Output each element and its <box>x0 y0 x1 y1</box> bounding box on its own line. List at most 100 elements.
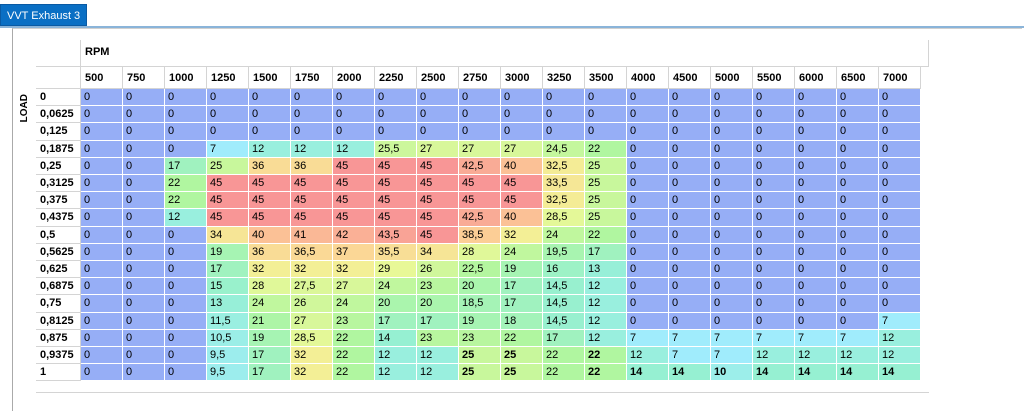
table-cell[interactable]: 45 <box>207 175 249 193</box>
table-cell[interactable]: 0 <box>375 106 417 124</box>
table-cell[interactable]: 0 <box>165 226 207 244</box>
table-cell[interactable]: 0 <box>459 123 501 141</box>
table-cell[interactable]: 0 <box>627 157 669 175</box>
table-cell[interactable]: 26 <box>291 295 333 313</box>
table-cell[interactable]: 20 <box>375 295 417 313</box>
table-cell[interactable]: 0 <box>165 89 207 107</box>
table-cell[interactable]: 7 <box>795 329 837 347</box>
table-cell[interactable]: 0 <box>837 123 879 141</box>
table-cell[interactable]: 0 <box>333 123 375 141</box>
table-cell[interactable]: 45 <box>333 175 375 193</box>
table-cell[interactable]: 22 <box>333 329 375 347</box>
table-cell[interactable]: 0 <box>795 209 837 227</box>
table-cell[interactable]: 0 <box>291 89 333 107</box>
table-cell[interactable]: 0 <box>669 140 711 158</box>
table-cell[interactable]: 0 <box>81 295 123 313</box>
table-cell[interactable]: 0 <box>879 243 921 261</box>
table-cell[interactable]: 0 <box>795 106 837 124</box>
table-cell[interactable]: 12 <box>879 347 921 365</box>
table-cell[interactable]: 7 <box>669 347 711 365</box>
table-cell[interactable]: 0 <box>249 123 291 141</box>
table-cell[interactable]: 35,5 <box>375 243 417 261</box>
table-cell[interactable]: 45 <box>207 209 249 227</box>
table-cell[interactable]: 19 <box>207 243 249 261</box>
table-cell[interactable]: 0 <box>837 175 879 193</box>
table-cell[interactable]: 0 <box>123 278 165 296</box>
table-cell[interactable]: 0 <box>81 157 123 175</box>
table-cell[interactable]: 12 <box>417 364 459 382</box>
table-cell[interactable]: 0 <box>837 261 879 279</box>
table-cell[interactable]: 0 <box>81 140 123 158</box>
table-cell[interactable]: 7 <box>753 329 795 347</box>
table-cell[interactable]: 0 <box>753 89 795 107</box>
table-cell[interactable]: 23 <box>417 278 459 296</box>
table-cell[interactable]: 42,5 <box>459 209 501 227</box>
table-cell[interactable]: 7 <box>627 329 669 347</box>
table-cell[interactable]: 0 <box>375 123 417 141</box>
table-cell[interactable]: 0 <box>753 106 795 124</box>
table-cell[interactable]: 33,5 <box>543 175 585 193</box>
table-cell[interactable]: 16 <box>543 261 585 279</box>
table-cell[interactable]: 32 <box>501 226 543 244</box>
table-cell[interactable]: 0 <box>165 106 207 124</box>
table-cell[interactable]: 0 <box>207 89 249 107</box>
table-cell[interactable]: 0 <box>795 243 837 261</box>
table-cell[interactable]: 19 <box>249 329 291 347</box>
table-cell[interactable]: 7 <box>837 329 879 347</box>
table-cell[interactable]: 0 <box>165 243 207 261</box>
table-cell[interactable]: 12 <box>837 347 879 365</box>
table-cell[interactable]: 27 <box>291 312 333 330</box>
table-cell[interactable]: 45 <box>249 175 291 193</box>
table-cell[interactable]: 0 <box>753 209 795 227</box>
table-cell[interactable]: 0 <box>543 106 585 124</box>
table-cell[interactable]: 45 <box>417 226 459 244</box>
table-cell[interactable]: 0 <box>795 312 837 330</box>
table-cell[interactable]: 0 <box>417 106 459 124</box>
table-cell[interactable]: 45 <box>417 157 459 175</box>
table-cell[interactable]: 0 <box>795 261 837 279</box>
table-cell[interactable]: 32 <box>333 261 375 279</box>
table-cell[interactable]: 0 <box>627 278 669 296</box>
table-cell[interactable]: 0 <box>165 261 207 279</box>
table-cell[interactable]: 0 <box>123 175 165 193</box>
table-cell[interactable]: 0 <box>753 157 795 175</box>
table-cell[interactable]: 36 <box>249 157 291 175</box>
table-cell[interactable]: 0 <box>795 89 837 107</box>
table-cell[interactable]: 45 <box>459 192 501 210</box>
table-cell[interactable]: 0 <box>669 312 711 330</box>
table-cell[interactable]: 36 <box>291 157 333 175</box>
table-cell[interactable]: 24 <box>333 295 375 313</box>
table-cell[interactable]: 21 <box>249 312 291 330</box>
table-cell[interactable]: 0 <box>81 89 123 107</box>
table-cell[interactable]: 0 <box>333 106 375 124</box>
table-cell[interactable]: 36 <box>249 243 291 261</box>
table-cell[interactable]: 45 <box>249 209 291 227</box>
table-cell[interactable]: 0 <box>291 106 333 124</box>
table-cell[interactable]: 12 <box>375 347 417 365</box>
table-cell[interactable]: 0 <box>81 123 123 141</box>
table-cell[interactable]: 45 <box>375 192 417 210</box>
table-cell[interactable]: 12 <box>417 347 459 365</box>
table-cell[interactable]: 45 <box>501 175 543 193</box>
table-cell[interactable]: 0 <box>627 209 669 227</box>
table-cell[interactable]: 0 <box>627 192 669 210</box>
table-cell[interactable]: 0 <box>669 243 711 261</box>
table-cell[interactable]: 0 <box>165 329 207 347</box>
table-cell[interactable]: 0 <box>837 278 879 296</box>
table-cell[interactable]: 22 <box>585 364 627 382</box>
table-cell[interactable]: 0 <box>165 364 207 382</box>
table-cell[interactable]: 22 <box>165 192 207 210</box>
table-cell[interactable]: 13 <box>585 261 627 279</box>
table-cell[interactable]: 12 <box>585 278 627 296</box>
table-cell[interactable]: 40 <box>501 157 543 175</box>
table-cell[interactable]: 0 <box>711 106 753 124</box>
table-cell[interactable]: 0 <box>81 192 123 210</box>
table-cell[interactable]: 0 <box>837 312 879 330</box>
table-cell[interactable]: 0 <box>81 175 123 193</box>
table-cell[interactable]: 0 <box>753 192 795 210</box>
table-cell[interactable]: 0 <box>165 295 207 313</box>
table-cell[interactable]: 0 <box>207 123 249 141</box>
table-cell[interactable]: 45 <box>375 157 417 175</box>
table-cell[interactable]: 0 <box>711 312 753 330</box>
table-cell[interactable]: 0 <box>711 261 753 279</box>
